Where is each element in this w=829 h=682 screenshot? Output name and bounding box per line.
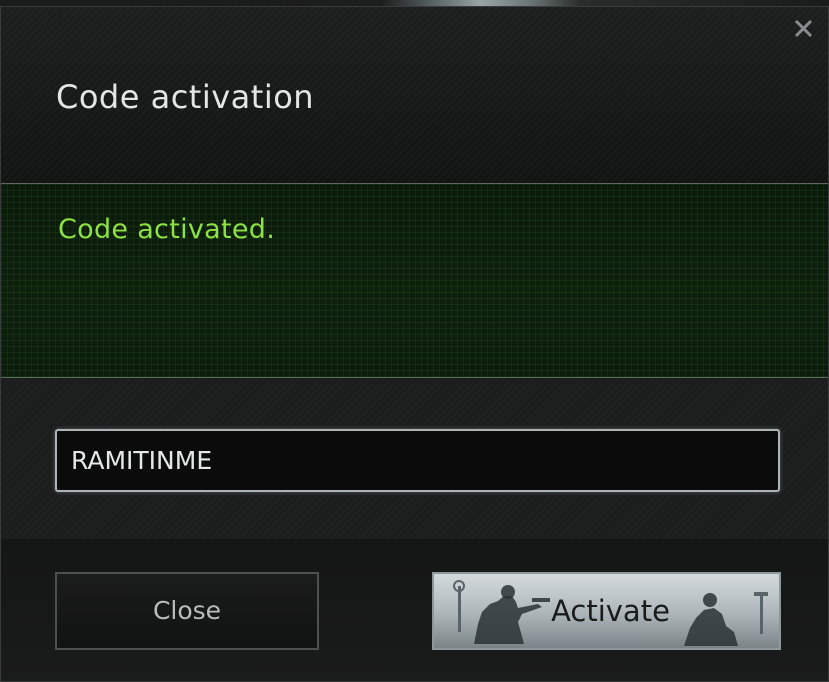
activate-button[interactable]: Activate [432,572,781,650]
code-activation-dialog: Code activation Code activated. Close [0,0,829,682]
code-input[interactable] [55,429,780,492]
status-message: Code activated. [58,214,276,245]
close-button[interactable]: Close [55,572,319,650]
activate-button-label: Activate [551,594,670,628]
close-x-icon[interactable] [790,14,818,42]
status-panel: Code activated. [1,183,828,378]
dialog-title: Code activation [56,78,315,116]
